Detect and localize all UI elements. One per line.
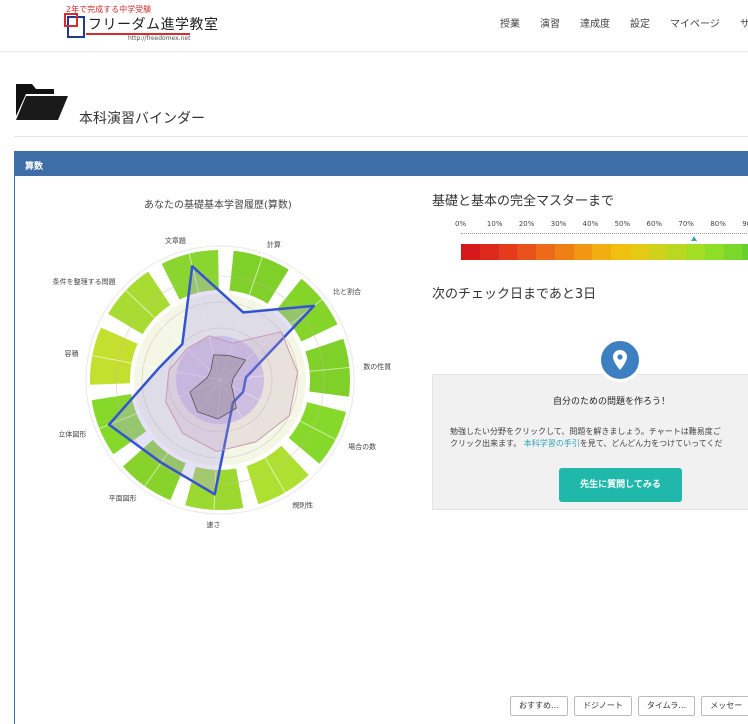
card-text-line2: クリック出来ます。 本科学習の手引を見て、どんどん力をつけていってくだ (450, 438, 722, 450)
scale-segment (517, 244, 536, 260)
scale-segment (573, 244, 593, 260)
card-text-line1: 勉強したい分野をクリックして、問題を解きましょう。チャートは難易度ご (450, 427, 721, 436)
panel-header: 算数 (15, 152, 748, 176)
nav-item-lessons[interactable]: 授業 (500, 15, 520, 30)
ask-teacher-button[interactable]: 先生に質問してみる (559, 468, 682, 502)
scale-segment (592, 244, 611, 260)
nav-item-progress[interactable]: 達成度 (580, 15, 610, 30)
nav-item-signin[interactable]: サインア (740, 15, 748, 30)
logo-name: フリーダム進学教室 (88, 17, 219, 33)
radar-axis-label: 規則性 (292, 501, 313, 510)
radar-axis-label: 容積 (65, 349, 79, 358)
scale-segment (554, 244, 574, 260)
scale-segment (536, 244, 555, 260)
scale-segment (611, 244, 630, 260)
radar-chart: 計算比と割合数の性質場合の数規則性速さ 平面図形 立体図形 容積 条件を整理する問題 文章… (53, 236, 392, 529)
radar-axis-label: 平面図形 (109, 494, 137, 502)
nav-item-exercises[interactable]: 演習 (540, 15, 560, 30)
card-title: 自分のための問題を作ろう！ (553, 397, 671, 407)
scale-tick: 70% (678, 220, 694, 228)
scale-segment (686, 244, 705, 260)
radar-axis-label: 文章題 (165, 236, 186, 245)
folder-icon (16, 84, 68, 120)
scale-segment (723, 244, 743, 260)
map-pin-icon (598, 338, 642, 382)
scale-tick: 50% (614, 220, 631, 228)
nav-item-settings[interactable]: 設定 (630, 15, 650, 30)
timeline-button[interactable]: タイムラ… (637, 696, 696, 716)
scale-tick: 0% (455, 220, 467, 228)
scale-segment (629, 244, 649, 260)
radar-chart-title: あなたの基礎基本学習履歴(算数) (144, 200, 292, 211)
scale-tick: 20% (518, 220, 535, 228)
page-title: 本科演習バインダー (79, 111, 205, 127)
scale-segment (648, 244, 668, 260)
logo-mark-icon (64, 13, 85, 38)
mastery-title: 基礎と基本の完全マスターまで (432, 194, 615, 209)
top-header: 2年で完成する中学受験 フリーダム進学教室 http://freedomex.n… (0, 0, 748, 52)
radar-axis-label: 場合の数 (348, 442, 376, 451)
radar-axis-label: 条件を整理する問題 (53, 277, 116, 286)
mastery-color-bar (461, 244, 748, 260)
progress-marker-icon (690, 236, 697, 241)
title-divider (14, 136, 748, 137)
site-logo[interactable]: 2年で完成する中学受験 フリーダム進学教室 http://freedomex.n… (64, 4, 218, 42)
scale-tick: 80% (710, 220, 726, 228)
card-text-prefix: クリック出来ます。 (450, 439, 522, 448)
main-nav: 授業 演習 達成度 設定 マイページ サインア (500, 15, 748, 30)
radar-axis-label: 計算 (267, 240, 281, 249)
card-description: 勉強したい分野をクリックして、問題を解きましょう。チャートは難易度ご クリック出… (450, 426, 722, 450)
scale-segment (498, 244, 518, 260)
nav-item-mypage[interactable]: マイページ (670, 15, 720, 30)
guide-link[interactable]: 本科学習の手引 (524, 439, 580, 448)
recommend-button[interactable]: おすすめ… (510, 696, 568, 716)
logo-url: http://freedomex.net (128, 35, 191, 42)
radar-axis-label: 速さ (206, 521, 220, 529)
scale-segment (479, 244, 499, 260)
card-text-suffix: を見て、どんどん力をつけていってくだ (579, 439, 723, 448)
scale-segment (704, 244, 724, 260)
scale-tick: 40% (582, 220, 599, 228)
scale-tick: 90 (742, 220, 748, 228)
scale-tick: 10% (486, 220, 503, 228)
radar-axis-label: 比と割合 (333, 287, 361, 296)
message-button[interactable]: メッセー (701, 696, 748, 716)
mastery-scale: 0% 10% 20% 30% 40% 50% 60% 70% 80% 90 (455, 220, 748, 270)
radar-axis-label: 立体図形 (58, 430, 86, 439)
scale-segment (742, 244, 748, 260)
scale-tick: 60% (646, 220, 663, 228)
scale-segment (461, 244, 480, 260)
bottom-toolbar: おすすめ… ドジノート タイムラ… メッセー (510, 696, 748, 716)
scale-line (461, 233, 748, 234)
radar-axis-label: 数の性質 (363, 362, 391, 371)
next-check-text: 次のチェック日まであと3日 (432, 287, 597, 302)
mistake-notes-button[interactable]: ドジノート (574, 696, 632, 716)
scale-segment (667, 244, 686, 260)
scale-tick: 30% (550, 220, 567, 228)
